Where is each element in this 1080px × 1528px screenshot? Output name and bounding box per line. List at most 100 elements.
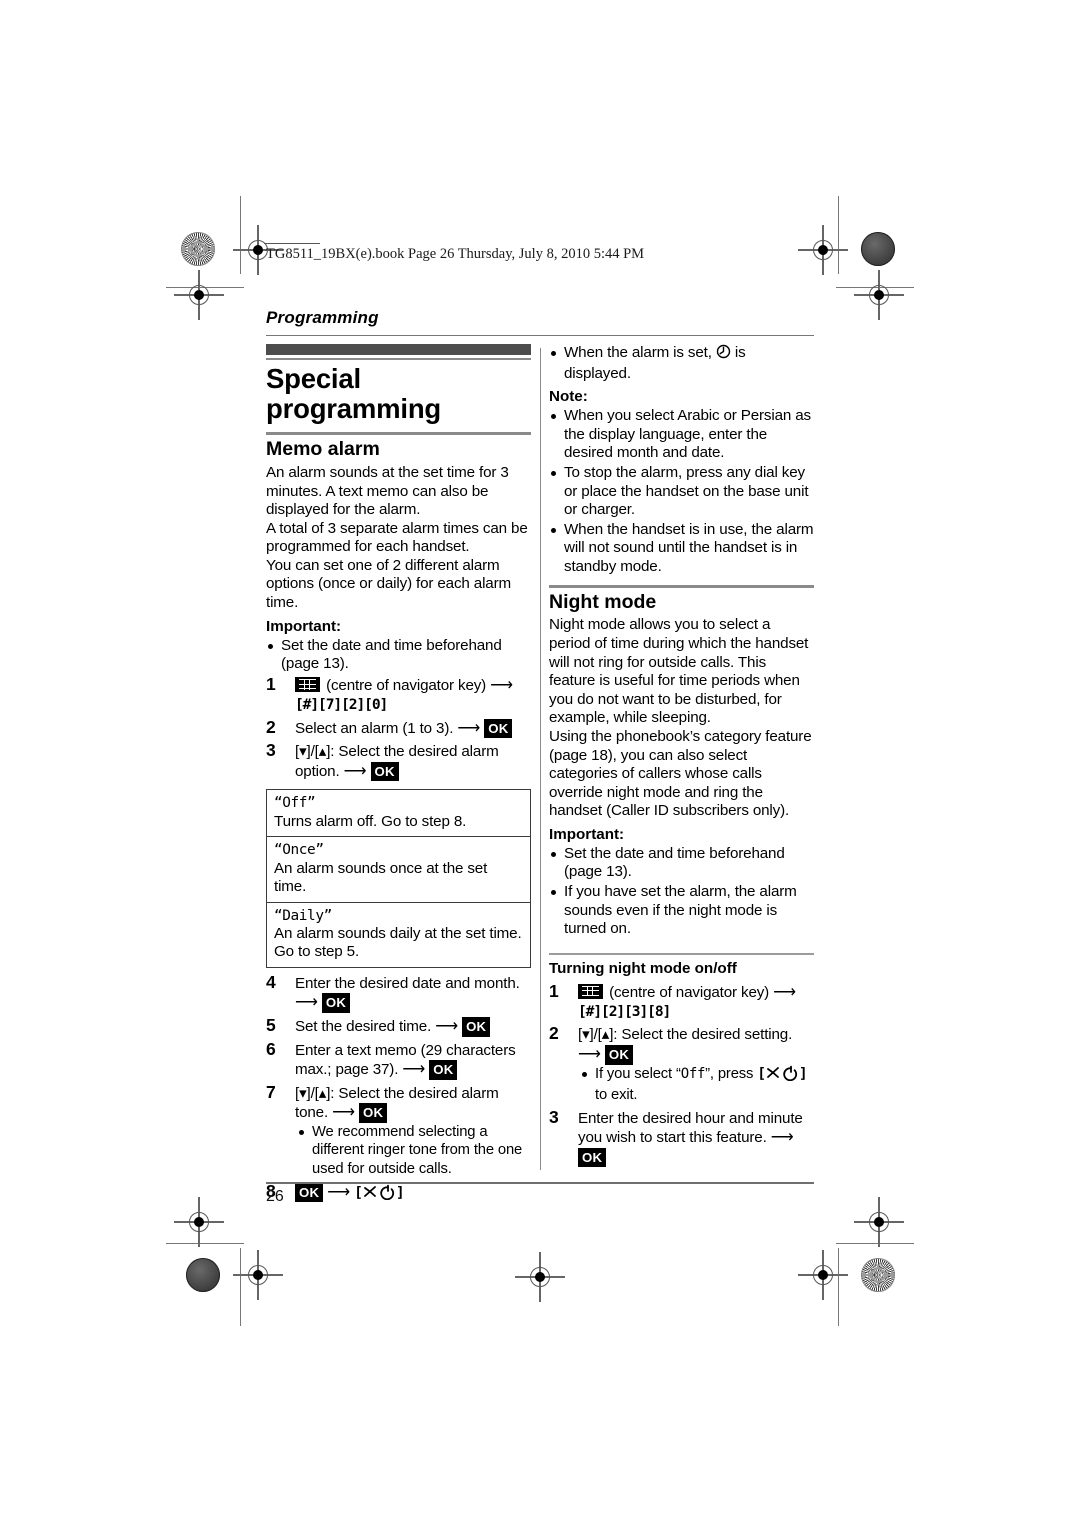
manual-page: TG8511_19BX(e).book Page 26 Thursday, Ju…: [264, 240, 814, 1220]
step-text: (centre of navigator key): [609, 983, 770, 1001]
list-item: When the alarm is set, is displayed.: [549, 344, 814, 383]
step-item: 3 [▾]/[▴]: Select the desired alarm opti…: [266, 740, 531, 782]
list-item: We recommend selecting a different ringe…: [295, 1123, 531, 1179]
section-heading-memo-alarm: Memo alarm: [266, 438, 380, 461]
step-2-note: If you select “Off”, press [] to exit.: [578, 1065, 814, 1105]
step-item: 1 (centre of navigator key) ⟶ [#][7][2][…: [266, 674, 531, 715]
note-bullets: When you select Arabic or Persian as the…: [549, 407, 814, 576]
step-item: 3 Enter the desired hour and minute you …: [549, 1106, 814, 1168]
ok-soft-key: OK: [429, 1059, 458, 1080]
step-text: [▾]/[▴]: Select the desired alarm tone.: [295, 1084, 499, 1122]
list-item: When you select Arabic or Persian as the…: [549, 407, 814, 463]
registration-mark-lower-left: [174, 1197, 224, 1247]
trim-line-bottom-left-horizontal: [166, 1243, 244, 1245]
density-blob-mark-bottom-left: [186, 1258, 220, 1292]
trim-line-bottom-right-horizontal: [836, 1243, 914, 1245]
option-name: “Daily”: [274, 907, 332, 924]
registration-mark-upper-left: [174, 270, 224, 320]
step-item: 1 (centre of navigator key) ⟶ [#][2][3][…: [549, 980, 814, 1022]
step-number: 6: [266, 1038, 276, 1059]
step-text: Enter the desired date and month.: [295, 974, 520, 992]
step-item: 8 OK ⟶ []: [266, 1181, 531, 1205]
footer-rule: [266, 1182, 814, 1184]
arrow-icon: ⟶: [578, 1045, 601, 1063]
arrow-icon: ⟶: [435, 1017, 459, 1035]
memo-alarm-paragraph-3: You can set one of 2 different alarm opt…: [266, 556, 512, 612]
step-number: 4: [266, 971, 276, 992]
step-number: 2: [266, 716, 276, 737]
registration-mark-bottom-right: [798, 1250, 848, 1300]
right-column: When the alarm is set, is displayed. Not…: [549, 344, 814, 1171]
page-title: Special programming: [266, 362, 442, 424]
column-divider: [540, 348, 542, 1170]
book-file-header: TG8511_19BX(e).book Page 26 Thursday, Ju…: [266, 246, 645, 262]
option-description: Turns alarm off. Go to step 8.: [274, 812, 467, 830]
chapter-rule: [266, 335, 814, 337]
section-heading-night-mode: Night mode: [549, 590, 657, 613]
table-cell: “Off” Turns alarm off. Go to step 8.: [267, 790, 531, 837]
note-text-pre: If you select “: [595, 1065, 681, 1082]
step-item: 6 Enter a text memo (29 characters max.;…: [266, 1038, 531, 1080]
important-bullets-memo: Set the date and time beforehand (page 1…: [266, 637, 531, 674]
step-item: 2 [▾]/[▴]: Select the desired setting. ⟶…: [549, 1023, 814, 1105]
step-number: 3: [549, 1106, 559, 1127]
night-mode-rule: [549, 584, 814, 588]
navigator-key-icon: [295, 676, 320, 692]
option-description: An alarm sounds daily at the set time. G…: [274, 924, 522, 961]
arrow-icon: ⟶: [295, 994, 318, 1012]
arrow-icon: ⟶: [770, 1129, 794, 1147]
option-name: “Off”: [274, 795, 316, 812]
arrow-icon: ⟶: [490, 676, 513, 694]
note-text-end: to exit.: [595, 1087, 638, 1104]
step-text: Select an alarm (1 to 3).: [295, 719, 454, 737]
phone-off-icon: [765, 1065, 799, 1087]
ok-soft-key: OK: [321, 993, 351, 1013]
key-sequence: [#][2][3][8]: [578, 1003, 671, 1021]
night-mode-paragraph-2: Using the phonebook’s category feature (…: [549, 727, 812, 820]
step-number: 5: [266, 1014, 276, 1035]
chapter-title: Programming: [266, 308, 379, 327]
step-item: 5 Set the desired time. ⟶ OK: [266, 1014, 531, 1037]
memo-alarm-rule: [266, 432, 531, 436]
arrow-icon: ⟶: [457, 719, 481, 737]
option-name-off: Off: [680, 1065, 706, 1082]
registration-mark-bottom-left: [233, 1250, 283, 1300]
ok-soft-key: OK: [295, 1182, 324, 1203]
arrow-icon: ⟶: [343, 762, 367, 780]
density-starburst-mark-top-left: [181, 232, 215, 266]
memo-alarm-steps-1-3: 1 (centre of navigator key) ⟶ [#][7][2][…: [266, 674, 531, 782]
step-text: (centre of navigator key): [326, 676, 487, 694]
arrow-icon: ⟶: [332, 1104, 355, 1122]
arrow-icon: ⟶: [327, 1183, 351, 1201]
page-number: 26: [266, 1188, 284, 1205]
important-bullets-night: Set the date and time beforehand (page 1…: [549, 845, 814, 939]
important-label-memo: Important:: [266, 617, 342, 635]
page-title-bar: [266, 344, 531, 355]
step-number: 2: [549, 1023, 559, 1044]
step-text: Set the desired time.: [295, 1017, 432, 1035]
turning-night-mode-rule: [549, 952, 814, 956]
memo-alarm-paragraph-1: An alarm sounds at the set time for 3 mi…: [266, 463, 509, 519]
arrow-icon: ⟶: [402, 1060, 426, 1078]
density-starburst-mark-bottom-right: [861, 1258, 895, 1292]
step-7-note: We recommend selecting a different ringe…: [295, 1123, 531, 1179]
registration-mark-upper-right: [854, 270, 904, 320]
list-item: Set the date and time beforehand (page 1…: [266, 637, 531, 674]
step-item: 4 Enter the desired date and month. ⟶ OK: [266, 971, 531, 1013]
ok-soft-key: OK: [462, 1016, 491, 1037]
power-off-key-bracket: []: [757, 1065, 807, 1082]
list-item: If you have set the alarm, the alarm sou…: [549, 883, 814, 939]
step-number: 1: [549, 980, 559, 1001]
registration-mark-lower-right: [854, 1197, 904, 1247]
step-text: [▾]/[▴]: Select the desired setting.: [578, 1026, 793, 1044]
step-item: 2 Select an alarm (1 to 3). ⟶ OK: [266, 716, 531, 739]
option-description: An alarm sounds once at the set time.: [274, 859, 488, 896]
navigator-key-icon: [578, 983, 603, 999]
memo-alarm-paragraph-2: A total of 3 separate alarm times can be…: [266, 519, 528, 556]
ok-soft-key: OK: [578, 1147, 607, 1168]
ok-soft-key: OK: [484, 718, 513, 739]
ok-soft-key: OK: [604, 1044, 634, 1065]
night-mode-steps: 1 (centre of navigator key) ⟶ [#][2][3][…: [549, 980, 814, 1168]
table-cell: “Once” An alarm sounds once at the set t…: [266, 836, 531, 902]
density-blob-mark-top-right: [861, 232, 895, 266]
